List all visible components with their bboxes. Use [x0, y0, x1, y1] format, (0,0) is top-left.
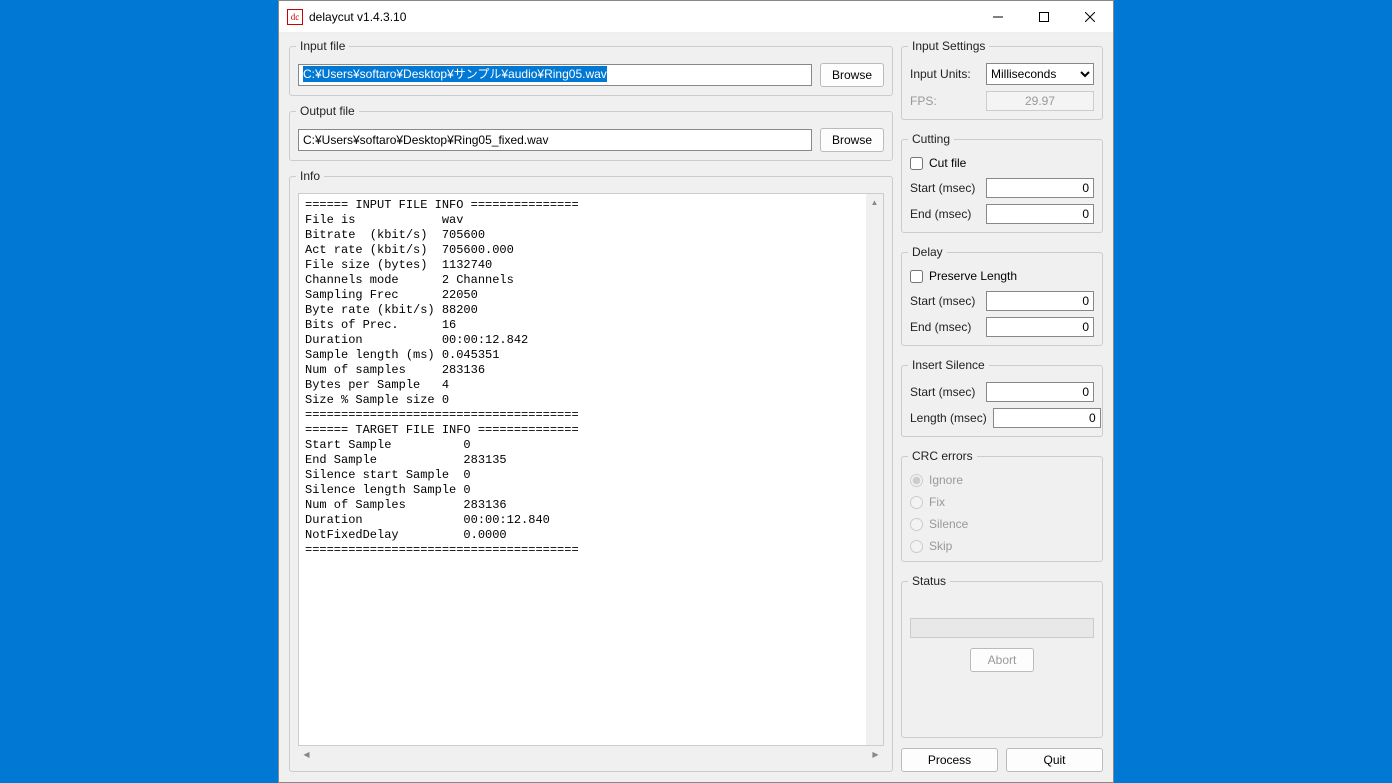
minimize-icon	[993, 12, 1003, 22]
left-panel: Input file C:¥Users¥softaro¥Desktop¥サンプル…	[289, 39, 893, 772]
output-file-legend: Output file	[296, 104, 359, 118]
quit-button[interactable]: Quit	[1006, 748, 1103, 772]
info-text: ====== INPUT FILE INFO =============== F…	[299, 194, 883, 562]
input-units-select[interactable]: Milliseconds	[986, 63, 1094, 85]
preserve-length-label: Preserve Length	[929, 269, 1017, 283]
crc-silence-radio	[910, 518, 923, 531]
maximize-icon	[1039, 12, 1049, 22]
cutting-end-field[interactable]	[986, 204, 1094, 224]
silence-start-field[interactable]	[986, 382, 1094, 402]
fps-label: FPS:	[910, 94, 937, 108]
status-legend: Status	[908, 574, 950, 588]
crc-skip-radio	[910, 540, 923, 553]
preserve-length-checkbox[interactable]	[910, 270, 923, 283]
output-browse-button[interactable]: Browse	[820, 128, 884, 152]
process-button[interactable]: Process	[901, 748, 998, 772]
window-title: delaycut v1.4.3.10	[309, 10, 975, 24]
delay-start-label: Start (msec)	[910, 294, 975, 308]
crc-silence-label: Silence	[929, 517, 968, 531]
minimize-button[interactable]	[975, 1, 1021, 33]
output-file-group: Output file Browse	[289, 104, 893, 161]
silence-legend: Insert Silence	[908, 358, 989, 372]
scroll-right-icon[interactable]: ▶	[867, 746, 884, 763]
input-settings-group: Input Settings Input Units: Milliseconds…	[901, 39, 1103, 120]
close-button[interactable]	[1067, 1, 1113, 33]
info-vscrollbar[interactable]: ▲	[866, 194, 883, 745]
crc-fix-radio	[910, 496, 923, 509]
window-controls	[975, 1, 1113, 33]
progress-bar	[910, 618, 1094, 638]
cutfile-label: Cut file	[929, 156, 966, 170]
silence-length-field[interactable]	[993, 408, 1101, 428]
bottom-buttons: Process Quit	[901, 748, 1103, 772]
titlebar: dc delaycut v1.4.3.10	[279, 1, 1113, 33]
crc-ignore-label: Ignore	[929, 473, 963, 487]
crc-group: CRC errors Ignore Fix Silence	[901, 449, 1103, 562]
maximize-button[interactable]	[1021, 1, 1067, 33]
cutfile-checkbox[interactable]	[910, 157, 923, 170]
input-settings-legend: Input Settings	[908, 39, 989, 53]
silence-start-label: Start (msec)	[910, 385, 975, 399]
crc-legend: CRC errors	[908, 449, 977, 463]
crc-fix-label: Fix	[929, 495, 945, 509]
cutting-legend: Cutting	[908, 132, 954, 146]
info-group: Info ====== INPUT FILE INFO ============…	[289, 169, 893, 772]
input-file-legend: Input file	[296, 39, 349, 53]
info-legend: Info	[296, 169, 324, 183]
output-file-field[interactable]	[298, 129, 812, 151]
info-text-area[interactable]: ====== INPUT FILE INFO =============== F…	[298, 193, 884, 746]
scroll-up-icon[interactable]: ▲	[866, 194, 883, 211]
right-panel: Input Settings Input Units: Milliseconds…	[901, 39, 1103, 772]
delay-legend: Delay	[908, 245, 947, 259]
cutting-end-label: End (msec)	[910, 207, 971, 221]
delay-end-label: End (msec)	[910, 320, 971, 334]
silence-length-label: Length (msec)	[910, 411, 987, 425]
delay-end-field[interactable]	[986, 317, 1094, 337]
content-area: Input file C:¥Users¥softaro¥Desktop¥サンプル…	[279, 33, 1113, 782]
abort-button: Abort	[970, 648, 1034, 672]
info-hscrollbar[interactable]: ◀ ▶	[298, 746, 884, 763]
input-units-label: Input Units:	[910, 67, 971, 81]
cutting-start-field[interactable]	[986, 178, 1094, 198]
delay-start-field[interactable]	[986, 291, 1094, 311]
app-window: dc delaycut v1.4.3.10 Input file C:¥User…	[278, 0, 1114, 783]
input-file-group: Input file C:¥Users¥softaro¥Desktop¥サンプル…	[289, 39, 893, 96]
app-icon: dc	[287, 9, 303, 25]
delay-group: Delay Preserve Length Start (msec) End (…	[901, 245, 1103, 346]
cutting-start-label: Start (msec)	[910, 181, 975, 195]
close-icon	[1085, 12, 1095, 22]
crc-ignore-radio	[910, 474, 923, 487]
fps-field	[986, 91, 1094, 111]
input-browse-button[interactable]: Browse	[820, 63, 884, 87]
crc-skip-label: Skip	[929, 539, 952, 553]
cutting-group: Cutting Cut file Start (msec) End (msec)	[901, 132, 1103, 233]
scroll-left-icon[interactable]: ◀	[298, 746, 315, 763]
input-file-field[interactable]: C:¥Users¥softaro¥Desktop¥サンプル¥audio¥Ring…	[298, 64, 812, 86]
status-group: Status Abort	[901, 574, 1103, 738]
silence-group: Insert Silence Start (msec) Length (msec…	[901, 358, 1103, 437]
